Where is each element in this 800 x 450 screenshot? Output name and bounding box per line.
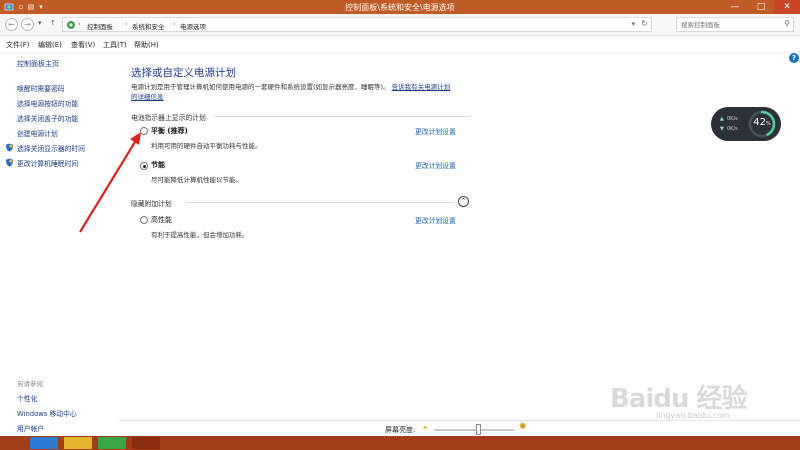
close-button[interactable]: ✕ — [774, 0, 800, 14]
see-also-heading: 另请参阅 — [17, 380, 43, 388]
shield-icon — [5, 143, 14, 152]
plan-power-saver-desc: 尽可能降低计算机性能以节能。 — [151, 176, 242, 184]
shield-icon — [5, 158, 14, 167]
brightness-low-icon: ☀ — [422, 424, 429, 432]
sidebar-item-display-off[interactable]: 选择关闭显示器的时间 — [17, 143, 85, 153]
menu-tools[interactable]: 工具(T) — [103, 40, 127, 50]
page-title: 选择或自定义电源计划 — [131, 67, 236, 79]
taskbar-explorer-icon[interactable] — [64, 437, 92, 449]
section-divider — [186, 202, 454, 203]
power-plan-info-link-continued[interactable]: 的详细信息 — [131, 91, 164, 101]
minimize-button[interactable]: — — [722, 0, 748, 14]
hidden-plans-section-label[interactable]: 隐藏附加计划 — [131, 198, 172, 208]
address-dropdown-icon[interactable]: ▾ — [631, 20, 635, 28]
see-also-mobility-center[interactable]: Windows 移动中心 — [17, 408, 77, 418]
plan-high-performance-name[interactable]: 高性能 — [151, 215, 172, 225]
sidebar-item-create-plan[interactable]: 创建电源计划 — [17, 128, 58, 138]
usage-percent-value: 42 — [753, 117, 766, 128]
main-content: ? 选择或自定义电源计划 电源计划是用于管理计算机如何使用电源的一套硬件和系统设… — [118, 53, 800, 420]
sidebar: 控制面板主页 唤醒时需要密码 选择电源按钮的功能 选择关闭盖子的功能 创建电源计… — [0, 53, 118, 436]
menu-help[interactable]: 帮助(H) — [134, 40, 159, 50]
plan-balanced-radio[interactable] — [140, 127, 148, 135]
page-description: 电源计划是用于管理计算机如何使用电源的一套硬件和系统设置(如显示器亮度、睡眠等)… — [131, 83, 471, 92]
address-bar: ← → ▾ ↑ › 控制面板 › 系统和安全 › 电源选项 ▾ ↻ ⚲ — [0, 14, 800, 36]
sidebar-item-wake-password[interactable]: 唤醒时需要密码 — [17, 83, 65, 93]
menu-bar: 文件(F) 编辑(E) 查看(V) 工具(T) 帮助(H) — [0, 37, 800, 51]
power-plan-info-link[interactable]: 告诉我有关电源计划 — [392, 83, 451, 91]
search-input[interactable] — [677, 18, 772, 31]
recent-pages-icon[interactable]: ▾ — [38, 19, 42, 27]
menu-edit[interactable]: 编辑(E) — [38, 40, 62, 50]
sidebar-item-power-button[interactable]: 选择电源按钮的功能 — [17, 98, 78, 108]
watermark-url: jingyan.baidu.com — [656, 411, 730, 420]
system-monitor-widget[interactable]: ▲ 0K/s ▼ 0K/s 42% — [711, 107, 781, 141]
breadcrumb[interactable]: › 控制面板 › 系统和安全 › 电源选项 ▾ ↻ — [62, 17, 652, 32]
plan-high-performance-desc: 有利于提高性能，但会增加功耗。 — [151, 231, 249, 239]
plan-power-saver-change-settings-link[interactable]: 更改计划设置 — [415, 160, 456, 170]
plan-power-saver-name[interactable]: 节能 — [151, 160, 165, 170]
taskbar-control-panel-icon[interactable] — [132, 437, 160, 449]
search-box[interactable]: ⚲ — [676, 17, 794, 32]
control-panel-icon — [67, 21, 75, 29]
plan-high-performance-radio[interactable] — [140, 216, 148, 224]
plan-balanced-name[interactable]: 平衡 (推荐) — [151, 126, 188, 136]
plan-high-performance-change-settings-link[interactable]: 更改计划设置 — [415, 215, 456, 225]
collapse-chevron-icon[interactable]: ⌃ — [458, 196, 469, 207]
maximize-button[interactable]: □ — [748, 0, 774, 14]
brightness-slider[interactable] — [434, 429, 514, 431]
section-divider — [214, 116, 470, 117]
brightness-label: 屏幕亮度: — [385, 426, 416, 434]
see-also-personalization[interactable]: 个性化 — [17, 393, 37, 403]
upload-rate: 0K/s — [727, 116, 738, 122]
breadcrumb-system-security[interactable]: 系统和安全 — [132, 21, 165, 31]
sidebar-item-sleep-time[interactable]: 更改计算机睡眠时间 — [17, 158, 78, 168]
battery-plans-section-label: 电池指示器上显示的计划 — [131, 114, 206, 122]
watermark-logo: Baidu 经验 — [610, 384, 747, 414]
description-text: 电源计划是用于管理计算机如何使用电源的一套硬件和系统设置(如显示器亮度、睡眠等)… — [131, 83, 390, 91]
download-rate: 0K/s — [727, 126, 738, 132]
menu-file[interactable]: 文件(F) — [6, 40, 30, 50]
brightness-slider-thumb[interactable] — [475, 424, 481, 435]
taskbar — [0, 436, 800, 450]
forward-button[interactable]: → — [21, 18, 34, 31]
download-arrow-icon: ▼ — [720, 126, 724, 132]
usage-percent: 42% — [751, 117, 773, 128]
brightness-bar: 屏幕亮度: ☀ ✺ — [118, 420, 800, 436]
title-bar: ▫ ▤ ▾ 控制面板\系统和安全\电源选项 — □ ✕ — [0, 0, 800, 14]
breadcrumb-power-options[interactable]: 电源选项 — [180, 21, 206, 31]
breadcrumb-separator: › — [125, 20, 128, 28]
breadcrumb-separator: › — [173, 20, 176, 28]
sidebar-item-lid-close[interactable]: 选择关闭盖子的功能 — [17, 113, 78, 123]
up-button[interactable]: ↑ — [50, 19, 56, 27]
plan-balanced-desc: 利用可用的硬件自动平衡功耗与性能。 — [151, 142, 262, 150]
back-button[interactable]: ← — [5, 18, 18, 31]
help-icon[interactable]: ? — [789, 53, 799, 63]
brightness-high-icon: ✺ — [519, 422, 527, 432]
plan-power-saver-radio[interactable] — [140, 162, 148, 170]
window-title: 控制面板\系统和安全\电源选项 — [345, 3, 455, 12]
refresh-icon[interactable]: ↻ — [641, 19, 648, 28]
search-icon[interactable]: ⚲ — [784, 19, 790, 28]
taskbar-app-icon[interactable] — [98, 437, 126, 449]
breadcrumb-separator: › — [78, 20, 81, 28]
breadcrumb-control-panel[interactable]: 控制面板 — [87, 21, 113, 31]
sidebar-home-link[interactable]: 控制面板主页 — [17, 59, 59, 69]
plan-balanced-change-settings-link[interactable]: 更改计划设置 — [415, 126, 456, 136]
usage-percent-unit: % — [765, 121, 771, 127]
menu-view[interactable]: 查看(V) — [71, 40, 95, 50]
see-also-user-accounts[interactable]: 用户帐户 — [17, 423, 44, 433]
taskbar-ie-icon[interactable] — [30, 437, 58, 449]
upload-arrow-icon: ▲ — [720, 116, 724, 122]
